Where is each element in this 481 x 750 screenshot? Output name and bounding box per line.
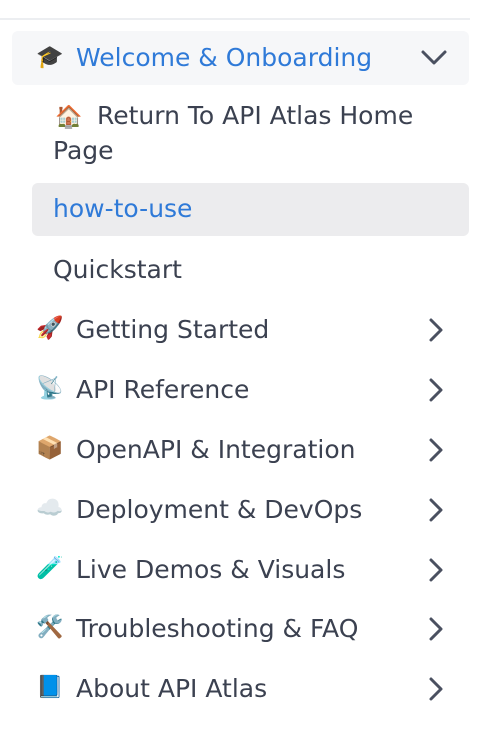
chevron-right-icon[interactable] xyxy=(423,495,449,525)
group-getting-started[interactable]: 🚀 Getting Started xyxy=(12,305,469,355)
group-troubleshooting-faq[interactable]: 🛠️ Troubleshooting & FAQ xyxy=(12,604,469,654)
group-label: About API Atlas xyxy=(76,674,268,703)
group-label: Getting Started xyxy=(76,315,270,344)
chevron-right-icon[interactable] xyxy=(423,555,449,585)
group-label: OpenAPI & Integration xyxy=(76,435,356,464)
group-label: Troubleshooting & FAQ xyxy=(76,614,359,643)
satellite-antenna-icon: 📡 xyxy=(36,376,64,401)
blue-book-icon: 📘 xyxy=(36,675,64,700)
graduation-cap-icon: 🎓 xyxy=(36,45,64,70)
chevron-down-icon[interactable] xyxy=(419,43,449,73)
package-icon: 📦 xyxy=(36,436,64,461)
section-label: Welcome & Onboarding xyxy=(76,43,373,72)
chevron-right-icon[interactable] xyxy=(423,315,449,345)
link-how-to-use[interactable]: how-to-use xyxy=(32,183,469,236)
link-how-to-use-label: how-to-use xyxy=(53,194,193,223)
chevron-right-icon[interactable] xyxy=(423,435,449,465)
tools-icon: 🛠️ xyxy=(36,615,64,640)
group-label: Deployment & DevOps xyxy=(76,495,363,524)
link-return-home-label: Return To API Atlas Home Page xyxy=(53,101,414,165)
chevron-right-icon[interactable] xyxy=(423,375,449,405)
group-openapi-integration[interactable]: 📦 OpenAPI & Integration xyxy=(12,425,469,475)
group-about-api-atlas[interactable]: 📘 About API Atlas xyxy=(12,664,469,714)
chevron-right-icon[interactable] xyxy=(423,674,449,704)
docs-sidebar-nav: 🎓 Welcome & Onboarding 🏠 Return To API At… xyxy=(0,0,481,750)
house-icon: 🏠 xyxy=(55,105,83,130)
link-quickstart[interactable]: Quickstart xyxy=(53,255,182,285)
group-api-reference[interactable]: 📡 API Reference xyxy=(12,365,469,415)
group-live-demos-visuals[interactable]: 🧪 Live Demos & Visuals xyxy=(12,545,469,595)
test-tube-icon: 🧪 xyxy=(36,556,64,581)
group-label: API Reference xyxy=(76,375,250,404)
link-return-home[interactable]: 🏠 Return To API Atlas Home Page xyxy=(53,99,453,167)
cloud-icon: ☁️ xyxy=(36,496,64,521)
section-welcome-onboarding[interactable]: 🎓 Welcome & Onboarding xyxy=(12,31,469,85)
rocket-icon: 🚀 xyxy=(36,316,64,341)
group-deployment-devops[interactable]: ☁️ Deployment & DevOps xyxy=(12,485,469,535)
group-label: Live Demos & Visuals xyxy=(76,555,346,584)
chevron-right-icon[interactable] xyxy=(423,614,449,644)
